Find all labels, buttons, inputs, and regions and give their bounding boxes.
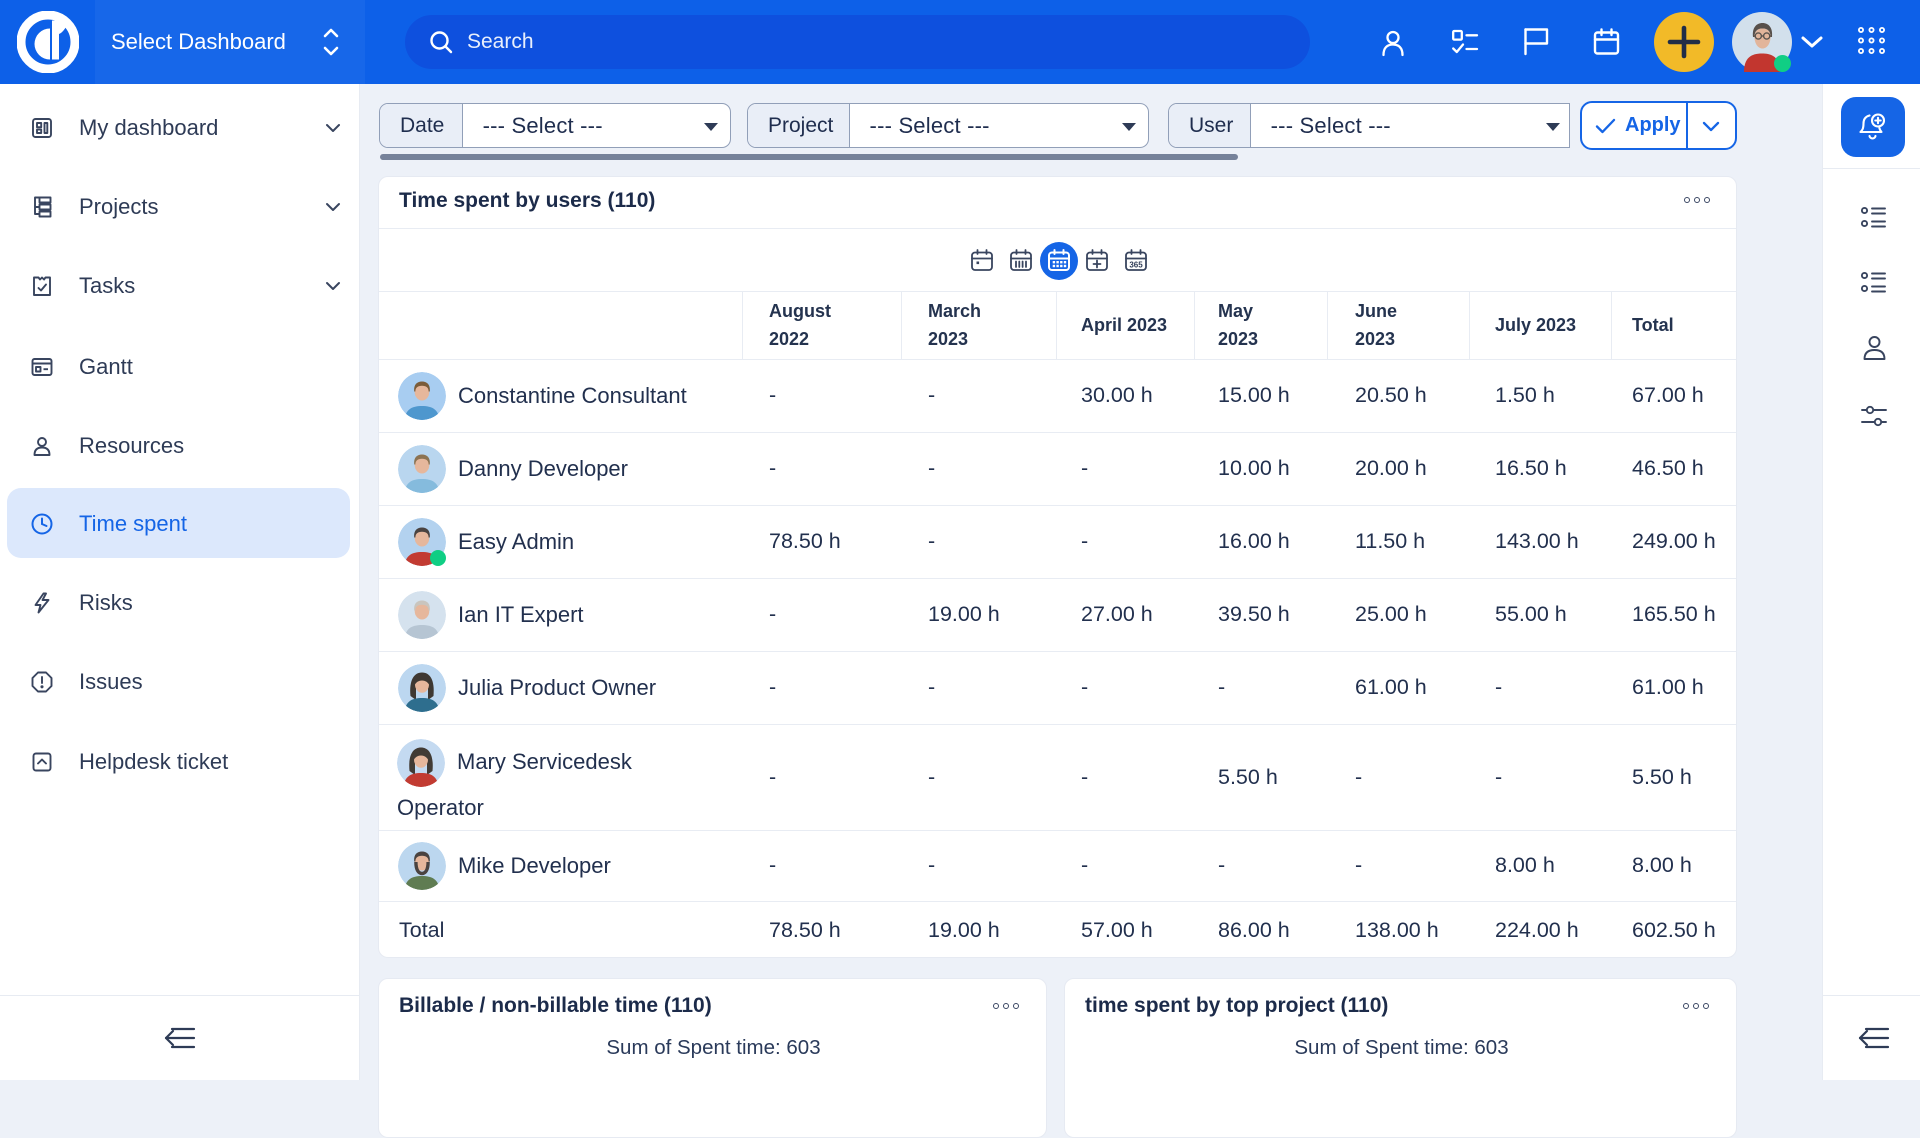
svg-text:365: 365 (1129, 261, 1143, 270)
